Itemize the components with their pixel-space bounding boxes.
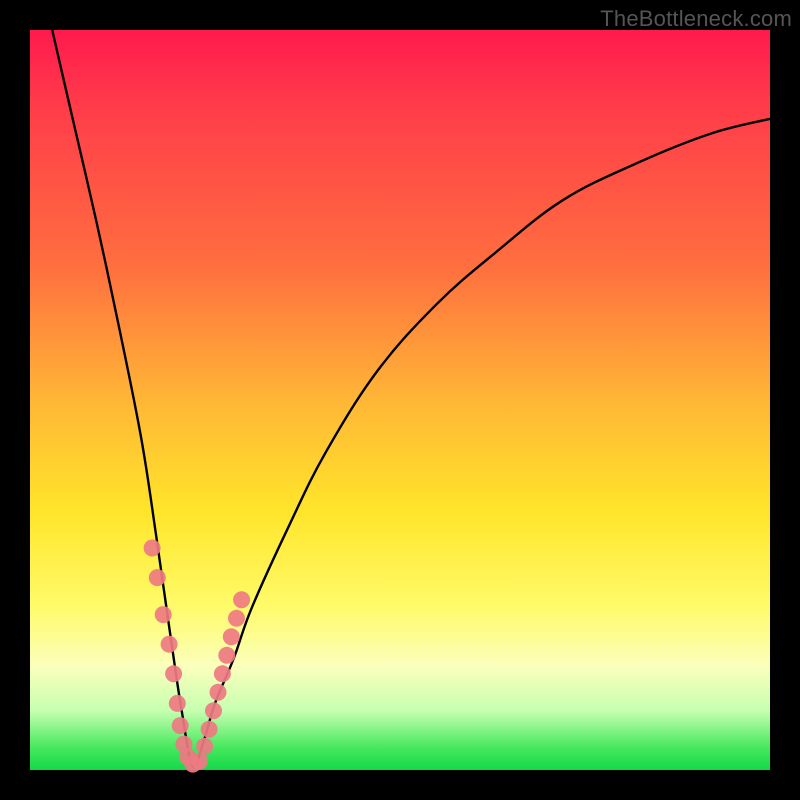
chart-frame: TheBottleneck.com [0,0,800,800]
bottleneck-curve-path [52,30,770,767]
highlight-dots [144,540,251,773]
highlight-dot [169,695,186,712]
highlight-dot [210,684,227,701]
highlight-dot [223,628,240,645]
curve-layer [30,30,770,770]
highlight-dot [191,753,208,770]
highlight-dot [233,591,250,608]
highlight-dot [155,606,172,623]
watermark-text: TheBottleneck.com [600,6,792,32]
highlight-dot [149,569,166,586]
highlight-dot [201,721,218,738]
highlight-dot [172,717,189,734]
highlight-dot [214,665,231,682]
highlight-dot [218,647,235,664]
highlight-dot [144,540,161,557]
highlight-dot [205,702,222,719]
highlight-dot [228,610,245,627]
plot-area [30,30,770,770]
highlight-dot [161,636,178,653]
highlight-dot [165,665,182,682]
highlight-dot [196,738,213,755]
bottleneck-curve [52,30,770,767]
